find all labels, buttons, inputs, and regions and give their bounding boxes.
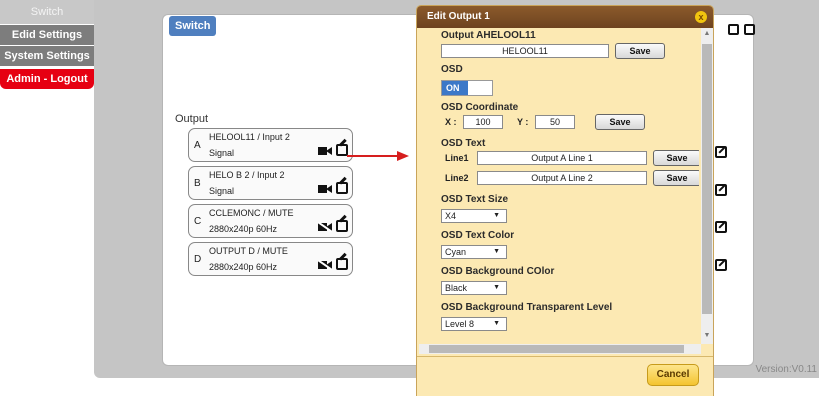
edit-icon[interactable] — [715, 184, 727, 196]
camera-off-icon — [317, 221, 333, 233]
sidebar-item-edid-settings[interactable]: Edid Settings — [0, 25, 94, 45]
osd-text-size-value: X4 — [445, 211, 457, 221]
output-box-a: A HELOOL11 / Input 2 Signal — [188, 128, 353, 162]
edit-icon[interactable] — [715, 259, 727, 271]
osd-text-color-value: Cyan — [445, 247, 467, 257]
output-box-d: D OUTPUT D / MUTE 2880x240p 60Hz — [188, 242, 353, 276]
card-header-icons — [728, 24, 755, 35]
dialog-content: Output AHELOOL11 HELOOL11 Save OSD ON OS… — [419, 28, 699, 344]
output-signal: Signal — [209, 186, 235, 196]
dialog-scroll-area[interactable]: Output AHELOOL11 HELOOL11 Save OSD ON OS… — [419, 28, 713, 354]
output-signal: Signal — [209, 148, 235, 158]
save-coordinate-button[interactable]: Save — [595, 114, 645, 130]
output-name: CCLEMONC / MUTE — [209, 208, 294, 218]
export-icon[interactable] — [728, 24, 739, 35]
output-box-b: B HELO B 2 / Input 2 Signal — [188, 166, 353, 200]
osd-text-size-label: OSD Text Size — [441, 194, 509, 205]
save-line2-button[interactable]: Save — [653, 170, 699, 186]
output-name-label: Output AHELOOL11 — [441, 30, 536, 41]
output-section-label: Output — [175, 113, 209, 125]
chevron-down-icon: ▼ — [493, 320, 500, 327]
version-label: Version:V0.11 — [755, 364, 817, 375]
osd-background-color-label: OSD Background COlor — [441, 266, 555, 277]
chevron-down-icon: ▼ — [493, 248, 500, 255]
osd-background-color-value: Black — [445, 283, 468, 293]
x-label: X : — [445, 117, 457, 127]
horizontal-scroll-thumb[interactable] — [429, 345, 684, 353]
osd-text-size-select[interactable]: X4 ▼ — [441, 209, 507, 223]
chevron-down-icon: ▼ — [493, 212, 500, 219]
osd-text-color-label: OSD Text Color — [441, 230, 515, 241]
output-name-input[interactable]: HELOOL11 — [441, 44, 609, 58]
line1-input[interactable]: Output A Line 1 — [477, 151, 647, 165]
output-resolution: 2880x240p 60Hz — [209, 224, 278, 234]
chevron-down-icon: ▼ — [493, 284, 500, 291]
sidebar-nav: Switch Edid Settings System Settings Adm… — [0, 0, 94, 90]
sidebar-item-admin-logout[interactable]: Admin - Logout — [0, 69, 94, 89]
output-letter: A — [194, 140, 201, 151]
osd-background-color-select[interactable]: Black ▼ — [441, 281, 507, 295]
y-label: Y : — [517, 117, 529, 127]
save-line1-button[interactable]: Save — [653, 150, 699, 166]
popout-icon[interactable] — [744, 24, 755, 35]
vertical-scroll-thumb[interactable] — [702, 44, 712, 314]
close-icon[interactable]: x — [695, 11, 707, 23]
x-coordinate-input[interactable]: 100 — [463, 115, 503, 129]
camera-icon — [318, 184, 332, 194]
output-resolution: 2880x240p 60Hz — [209, 262, 278, 272]
line2-input[interactable]: Output A Line 2 — [477, 171, 647, 185]
pointer-arrow-icon — [347, 151, 409, 161]
edit-icon[interactable] — [336, 220, 348, 232]
output-letter: D — [194, 254, 202, 265]
osd-toggle-on: ON — [442, 81, 468, 95]
output-letter: B — [194, 178, 201, 189]
edit-output-dialog: Edit Output 1 x Output AHELOOL11 HELOOL1… — [416, 5, 714, 396]
scroll-down-icon[interactable]: ▼ — [703, 332, 711, 340]
line1-label: Line1 — [445, 153, 469, 163]
osd-transparent-level-label: OSD Background Transparent Level — [441, 302, 613, 313]
osd-toggle[interactable]: ON — [441, 80, 493, 96]
save-output-name-button[interactable]: Save — [615, 43, 665, 59]
sidebar-item-switch[interactable]: Switch — [0, 0, 94, 24]
sidebar-item-system-settings[interactable]: System Settings — [0, 46, 94, 66]
output-name: HELO B 2 / Input 2 — [209, 170, 285, 180]
dialog-title: Edit Output 1 — [417, 6, 713, 28]
vertical-scrollbar[interactable]: ▲ ▼ — [701, 28, 713, 344]
line2-label: Line2 — [445, 173, 469, 183]
camera-off-icon — [317, 259, 333, 271]
camera-icon — [318, 146, 332, 156]
edit-icon[interactable] — [715, 146, 727, 158]
cancel-button[interactable]: Cancel — [647, 364, 699, 386]
osd-transparent-level-select[interactable]: Level 8 ▼ — [441, 317, 507, 331]
output-letter: C — [194, 216, 202, 227]
card-tag-switch: Switch — [169, 16, 217, 36]
osd-label: OSD — [441, 64, 463, 75]
osd-coordinate-label: OSD Coordinate — [441, 102, 519, 113]
output-name: OUTPUT D / MUTE — [209, 246, 288, 256]
y-coordinate-input[interactable]: 50 — [535, 115, 575, 129]
edit-icon[interactable] — [336, 182, 348, 194]
scroll-up-icon[interactable]: ▲ — [703, 30, 711, 38]
edit-icon[interactable] — [336, 258, 348, 270]
output-box-c: C CCLEMONC / MUTE 2880x240p 60Hz — [188, 204, 353, 238]
edit-icon[interactable] — [715, 221, 727, 233]
horizontal-scrollbar[interactable] — [419, 344, 701, 354]
osd-transparent-level-value: Level 8 — [445, 319, 475, 329]
osd-text-color-select[interactable]: Cyan ▼ — [441, 245, 507, 259]
osd-text-label: OSD Text — [441, 138, 486, 149]
output-name: HELOOL11 / Input 2 — [209, 132, 290, 142]
